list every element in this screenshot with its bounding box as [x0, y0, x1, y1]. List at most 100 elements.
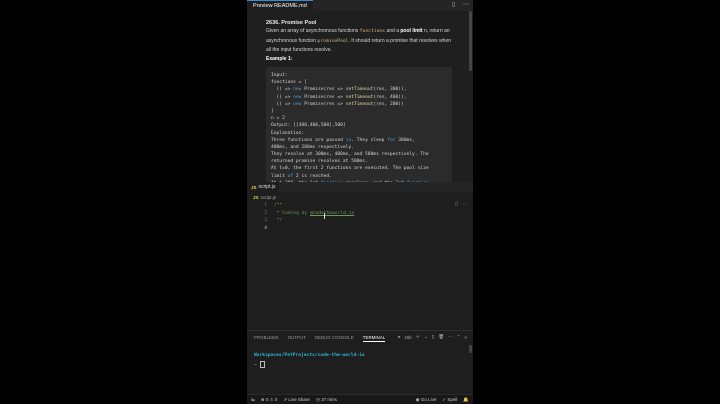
code-block-line: limit of 2 is reached.: [271, 173, 447, 180]
code-token: Promise(res =>: [301, 94, 346, 100]
go-live-button[interactable]: ◉ Go Live: [416, 397, 437, 403]
editor-actions: ▯ ⋯: [452, 2, 469, 8]
tab-debug-console[interactable]: DEBUG CONSOLE: [315, 335, 354, 342]
shell-label[interactable]: zsh: [405, 335, 412, 340]
inline-code: promisePool: [317, 38, 349, 44]
preview-scrollbar[interactable]: [469, 11, 472, 71]
code-token: Explanation:: [271, 130, 305, 136]
breadcrumb-file[interactable]: script.js: [261, 195, 277, 200]
tab-output[interactable]: OUTPUT: [288, 335, 306, 342]
code-block-line: () => new Promise(res => setTimeout(res,…: [271, 101, 447, 108]
code-token: 300ms,: [395, 137, 415, 143]
code-line[interactable]: */: [274, 218, 283, 223]
panel-tabs: PROBLEMS OUTPUT DEBUG CONSOLE TERMINAL: [254, 335, 386, 342]
code-block-line: functions = [: [271, 79, 447, 86]
code-block-line: Three functions are passed in. They slee…: [271, 137, 447, 144]
spell-button[interactable]: ✓ Spell: [442, 397, 457, 403]
example-code-block: Input: functions = [ () => new Promise(re…: [266, 67, 452, 182]
more-actions-icon[interactable]: ⋯: [463, 2, 469, 8]
example-heading: Example 1:: [266, 56, 293, 62]
comment-handle: @codetheworld_io: [309, 210, 355, 216]
code-block-line: They resolve at 300ms, 400ms, and 500ms …: [271, 151, 447, 158]
code-token: setTimeout: [345, 101, 374, 107]
close-icon[interactable]: ×: [464, 335, 467, 340]
code-line[interactable]: /**: [274, 203, 282, 208]
chevron-down-icon[interactable]: ⌄: [424, 334, 428, 340]
problem-description: Given an array of asynchronous functions…: [266, 27, 456, 55]
terminal-scrollbar[interactable]: [469, 345, 472, 353]
code-token: Three functions are passed: [271, 137, 346, 143]
line-number: 1: [264, 203, 267, 208]
terminal-cursor: [259, 361, 265, 368]
more-actions-icon[interactable]: ⋯: [448, 334, 453, 340]
code-block-line: ]: [271, 108, 447, 115]
code-token: Input:: [271, 73, 288, 78]
bell-icon[interactable]: 🔔: [463, 397, 469, 403]
vscode-window: Preview README.md ▯ ⋯ 2636. Promise Pool…: [247, 0, 473, 404]
code-token: Promise(res =>: [301, 87, 346, 93]
code-block-line: n = 2: [271, 115, 447, 122]
code-token: 400ms, and 200ms respectively.: [271, 144, 354, 150]
line-number: 3: [264, 218, 267, 223]
code-token: . They sleep: [351, 137, 388, 143]
inline-code: functions: [359, 29, 386, 34]
desc-text: Given an array of asynchronous functions: [266, 28, 360, 34]
code-token: (res, 200)): [373, 101, 404, 107]
terminal-prompt[interactable]: →: [254, 361, 265, 368]
error-count: 0: [265, 397, 269, 402]
tab-label: script.js: [258, 184, 276, 190]
go-live-label: Go Live: [420, 397, 437, 402]
comment-text: * Coding by: [274, 210, 310, 216]
line-number: 2: [264, 210, 267, 216]
code-token: setTimeout: [345, 87, 374, 93]
code-block-line: 400ms, and 200ms respectively.: [271, 144, 447, 151]
timer-status[interactable]: ◷ 37 mins: [316, 397, 337, 403]
tab-preview-readme[interactable]: Preview README.md: [247, 0, 313, 11]
js-file-icon: JS: [253, 194, 259, 200]
spell-label: Spell: [447, 397, 458, 402]
prompt-arrow: →: [254, 363, 257, 368]
tab-label: Preview README.md: [253, 3, 307, 9]
code-block-line: Explanation:: [271, 130, 447, 137]
terminal-icon: ▸: [398, 334, 401, 339]
tab-script-js[interactable]: JS script.js: [247, 182, 280, 192]
tab-problems[interactable]: PROBLEMS: [254, 335, 279, 342]
desc-text: and a: [385, 28, 401, 34]
code-line[interactable]: * Coding by @codetheworld_io: [274, 211, 354, 216]
split-editor-icon[interactable]: ▯: [452, 2, 458, 8]
bottom-panel: PROBLEMS OUTPUT DEBUG CONSOLE TERMINAL ▸…: [247, 330, 473, 395]
code-block-line: () => new Promise(res => setTimeout(res,…: [271, 86, 447, 93]
code-block-line: Output: [[300,400,500],500]: [271, 122, 447, 129]
code-token: setTimeout: [345, 94, 374, 100]
js-file-icon: JS: [251, 184, 257, 190]
code-token: n = 2: [271, 116, 285, 122]
code-token: limit: [271, 173, 288, 179]
live-share-button[interactable]: ⇗ Live Share: [283, 397, 310, 403]
live-share-label: Live Share: [288, 397, 310, 402]
code-block-line: () => new Promise(res => setTimeout(res,…: [271, 94, 447, 101]
code-editor[interactable]: 1 /** 2 * Coding by @codetheworld_io 3 *…: [247, 202, 473, 330]
markdown-preview: 2636. Promise Pool Given an array of asy…: [247, 11, 473, 182]
split-terminal-icon[interactable]: ▯: [432, 334, 434, 340]
code-token: functions = [: [271, 80, 307, 86]
editor-tab-bar: JS script.js: [247, 182, 473, 192]
code-token: () =>: [271, 87, 294, 93]
add-terminal-icon[interactable]: ＋: [416, 334, 421, 340]
trash-icon[interactable]: 🗑: [438, 334, 444, 340]
warning-count: 0: [274, 397, 278, 402]
preview-tab-bar: Preview README.md ▯ ⋯: [247, 0, 473, 11]
code-token: Promise(res =>: [301, 101, 346, 107]
maximize-icon[interactable]: ⌃: [457, 334, 461, 340]
desc-bold: pool limit: [400, 28, 423, 34]
code-token: ]: [271, 108, 274, 114]
tab-terminal[interactable]: TERMINAL: [362, 335, 386, 342]
code-token: They resolve at 300ms, 400ms, and 500ms …: [271, 152, 429, 158]
code-block-line: Input:: [271, 72, 447, 79]
remote-icon[interactable]: ⇋: [251, 397, 255, 403]
problems-status[interactable]: ⊗ 0 ⚠ 0: [261, 397, 278, 403]
code-token: 2 is reached.: [293, 173, 332, 179]
status-bar: ⇋ ⊗ 0 ⚠ 0 ⇗ Live Share ◷ 37 mins ◉ Go Li…: [247, 394, 473, 404]
panel-toolbar: ▸ zsh ＋ ⌄ ▯ 🗑 ⋯ ⌃ ×: [398, 334, 467, 340]
code-token: () =>: [271, 94, 294, 100]
timer-label: 37 mins: [321, 397, 337, 402]
